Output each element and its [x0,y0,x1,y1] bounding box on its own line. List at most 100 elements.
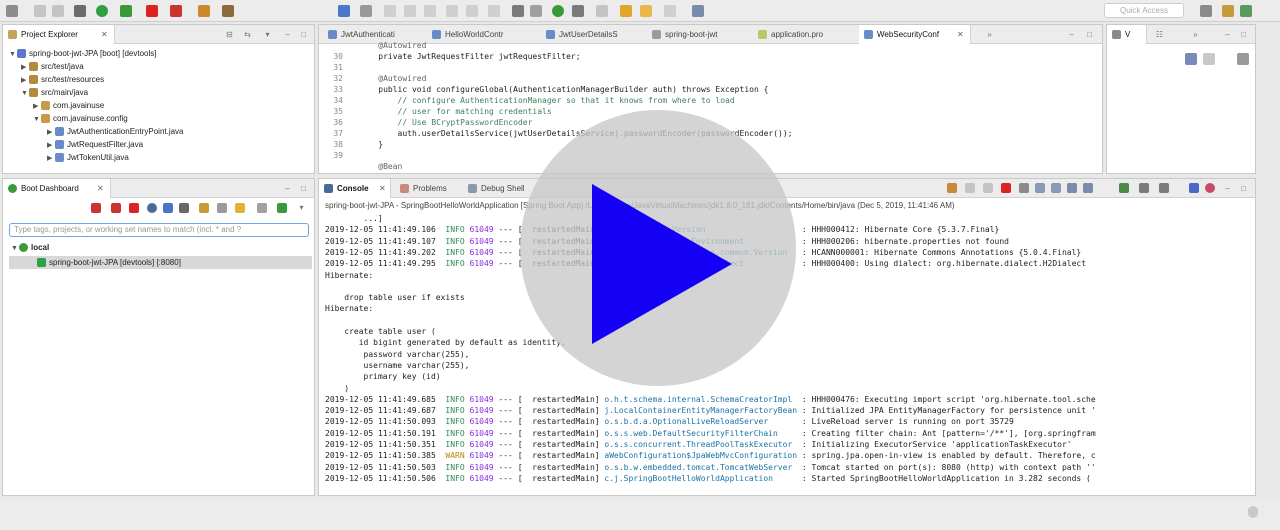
chevron-down-icon[interactable]: ▼ [11,242,19,255]
suspend-icon[interactable] [404,5,416,17]
pointer-icon[interactable] [360,5,372,17]
tab-console[interactable]: Console ✕ [319,179,391,198]
settings-icon[interactable] [74,5,86,17]
chevron-down-icon[interactable]: ▼ [33,113,41,126]
restart-icon[interactable] [111,203,121,213]
editor-tab-active[interactable]: WebSecurityConf ✕ [859,25,971,44]
view-menu-icon[interactable] [1237,53,1249,65]
close-icon[interactable]: ✕ [101,25,108,44]
filter-icon[interactable] [1203,53,1215,65]
open-console-icon[interactable] [1119,183,1129,193]
view-menu-icon[interactable]: ▾ [263,30,272,39]
close-icon[interactable]: ✕ [379,179,386,198]
play-icon[interactable] [592,184,732,344]
search-icon[interactable] [572,5,584,17]
word-wrap-icon[interactable] [1051,183,1061,193]
remove-all-icon[interactable] [983,183,993,193]
bulb-icon[interactable] [620,5,632,17]
clear-console-icon[interactable] [1019,183,1029,193]
table-icon[interactable] [217,203,227,213]
toggle-icon[interactable] [512,5,524,17]
debug-perspective-icon[interactable] [1240,5,1252,17]
disconnect-icon[interactable] [446,5,458,17]
minimize-icon[interactable]: – [1067,30,1076,39]
stop-icon[interactable] [146,5,158,17]
save-icon[interactable] [34,5,46,17]
wrench-icon[interactable] [947,183,957,193]
terminate-icon[interactable] [170,5,182,17]
collapse-all-icon[interactable]: ⊟ [225,30,234,39]
sort-icon[interactable] [1185,53,1197,65]
minimize-icon[interactable]: – [1223,30,1232,39]
stop-icon[interactable] [91,203,101,213]
tree-item-file[interactable]: ▶ JwtRequestFilter.java [47,138,143,151]
run-icon[interactable] [96,5,108,17]
remove-launch-icon[interactable] [965,183,975,193]
new-icon[interactable] [6,5,18,17]
tree-item-src-test-java[interactable]: ▶ src/test/java [21,60,84,73]
display-console-icon[interactable] [1139,183,1149,193]
properties-icon[interactable] [179,203,189,213]
step-icon[interactable] [384,5,396,17]
terminate-icon[interactable] [129,203,139,213]
step-return-icon[interactable] [488,5,500,17]
skip-icon[interactable] [530,5,542,17]
maximize-icon[interactable]: □ [299,30,308,39]
tab-boot-dashboard[interactable]: Boot Dashboard ✕ [3,179,111,198]
console-icon[interactable] [163,203,173,213]
wrench-icon[interactable] [198,5,210,17]
tree-item-src-main-java[interactable]: ▼ src/main/java [21,86,88,99]
maximize-icon[interactable]: □ [1239,30,1248,39]
add-icon[interactable] [277,203,287,213]
maximize-icon[interactable]: □ [1085,30,1094,39]
tree-item-file[interactable]: ▶ JwtTokenUtil.java [47,151,129,164]
chevron-right-icon[interactable]: ▶ [47,152,55,165]
print-icon[interactable] [52,5,64,17]
java-perspective-icon[interactable] [1222,5,1234,17]
debug-icon[interactable] [1189,183,1199,193]
show-on-output-icon[interactable] [1083,183,1093,193]
close-icon[interactable]: ✕ [97,179,104,198]
globe-icon[interactable] [147,203,157,213]
edit-icon[interactable] [199,203,209,213]
back-icon[interactable] [640,5,652,17]
tree-item-package-config[interactable]: ▼ com.javainuse.config [33,112,128,125]
chevron-down-icon[interactable]: ▼ [9,48,17,61]
quick-access-input[interactable]: Quick Access [1104,3,1184,18]
tree-item-package[interactable]: ▶ com.javainuse [33,99,104,112]
terminate-icon[interactable] [1001,183,1011,193]
pin-icon[interactable] [692,5,704,17]
editor-tab[interactable]: spring-boot-jwt [647,25,747,44]
tab-outline[interactable]: V [1107,25,1147,44]
minimize-icon[interactable]: – [283,184,292,193]
dashboard-filter-input[interactable]: Type tags, projects, or working set name… [9,223,309,237]
spring-icon[interactable] [552,5,564,17]
forward-icon[interactable] [664,5,676,17]
spring-icon[interactable] [1205,183,1215,193]
chevron-down-icon[interactable]: ▼ [21,87,29,100]
refresh-icon[interactable] [596,5,608,17]
deploy-icon[interactable] [257,203,267,213]
bulb-icon[interactable] [235,203,245,213]
scroll-lock-icon[interactable] [1035,183,1045,193]
editor-tab[interactable]: HelloWorldContr [427,25,537,44]
step-over-icon[interactable] [466,5,478,17]
tree-item-project[interactable]: ▼ spring-boot-jwt-JPA [boot] [devtools] [9,47,156,60]
tree-item-local[interactable]: ▼ local [11,241,49,254]
tree-item-app[interactable]: spring-boot-jwt-JPA [devtools] [:8080] [37,256,181,269]
tab-problems[interactable]: Problems [395,179,461,198]
debug-icon[interactable] [120,5,132,17]
view-menu-icon[interactable]: ▾ [297,203,306,212]
new-console-icon[interactable] [1159,183,1169,193]
close-icon[interactable]: ✕ [957,25,964,44]
tree-item-file[interactable]: ▶ JwtAuthenticationEntryPoint.java [47,125,184,138]
overflow-icon[interactable]: » [985,30,994,39]
editor-tab[interactable]: JwtUserDetailsS [541,25,641,44]
minimize-icon[interactable]: – [283,30,292,39]
tasks-icon[interactable]: ☷ [1155,30,1164,39]
overflow-icon[interactable]: » [1191,30,1200,39]
monitor-icon[interactable] [338,5,350,17]
editor-tab[interactable]: application.pro [753,25,853,44]
pin-console-icon[interactable] [1067,183,1077,193]
link-icon[interactable]: ⇆ [243,30,252,39]
